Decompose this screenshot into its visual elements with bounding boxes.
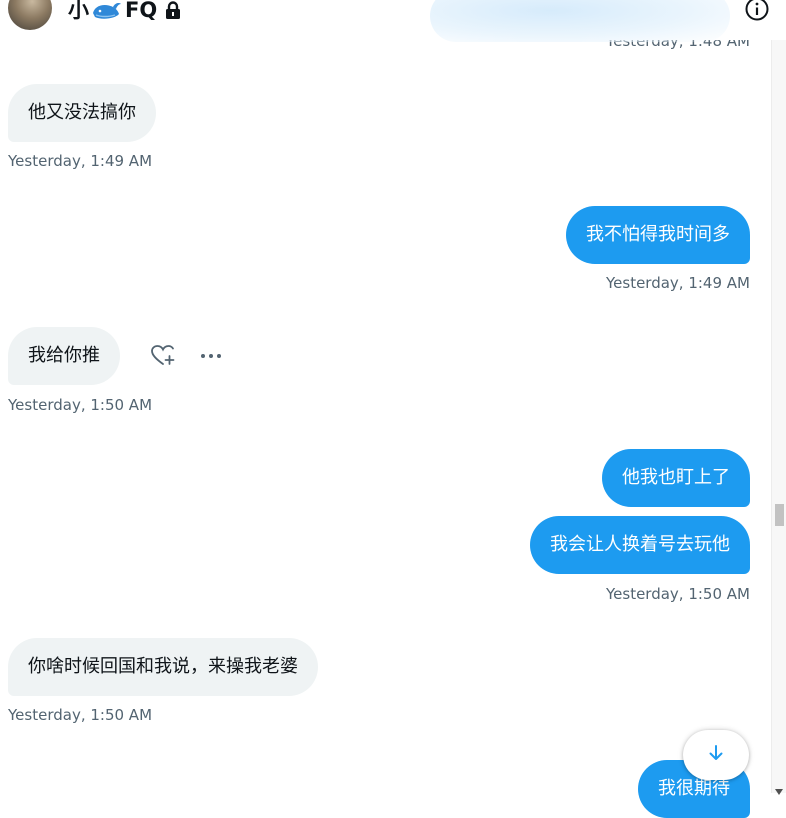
arrow-down-icon: [706, 743, 726, 767]
scroll-arrow-down-icon[interactable]: [774, 781, 784, 795]
message-timestamp: Yesterday, 1:49 AM: [605, 274, 750, 292]
incoming-message-bubble[interactable]: 他又没法搞你: [8, 84, 156, 142]
outgoing-message-bubble[interactable]: 我会让人换着号去玩他: [530, 516, 750, 574]
message-timestamp: Yesterday, 1:50 AM: [605, 585, 750, 603]
incoming-message-bubble[interactable]: 你啥时候回国和我说，来操我老婆: [8, 638, 318, 696]
message-timestamp: Yesterday, 1:49 AM: [8, 152, 153, 170]
scrollbar-thumb[interactable]: [775, 504, 784, 526]
message-timestamp: Yesterday, 1:50 AM: [8, 706, 153, 724]
message-timestamp: Yesterday, 1:50 AM: [8, 396, 153, 414]
outgoing-message-bubble[interactable]: 他我也盯上了: [602, 449, 750, 507]
contact-name-suffix: FQ: [125, 0, 158, 22]
scroll-to-bottom-button[interactable]: [683, 730, 749, 780]
more-horizontal-icon[interactable]: [198, 346, 224, 366]
heart-plus-icon[interactable]: [150, 344, 176, 368]
header-highlight: [430, 0, 730, 42]
conversation-header: 小 FQ: [0, 0, 786, 42]
info-icon[interactable]: [744, 0, 770, 22]
contact-name[interactable]: 小 FQ: [68, 0, 181, 26]
lock-icon: [165, 1, 181, 19]
outgoing-message-bubble[interactable]: 我不怕得我时间多: [566, 206, 750, 264]
scrollbar[interactable]: [771, 40, 786, 795]
incoming-message-bubble[interactable]: 我给你推: [8, 327, 120, 385]
contact-name-prefix: 小: [68, 0, 89, 22]
avatar[interactable]: [8, 0, 52, 30]
whale-icon: [91, 0, 123, 21]
